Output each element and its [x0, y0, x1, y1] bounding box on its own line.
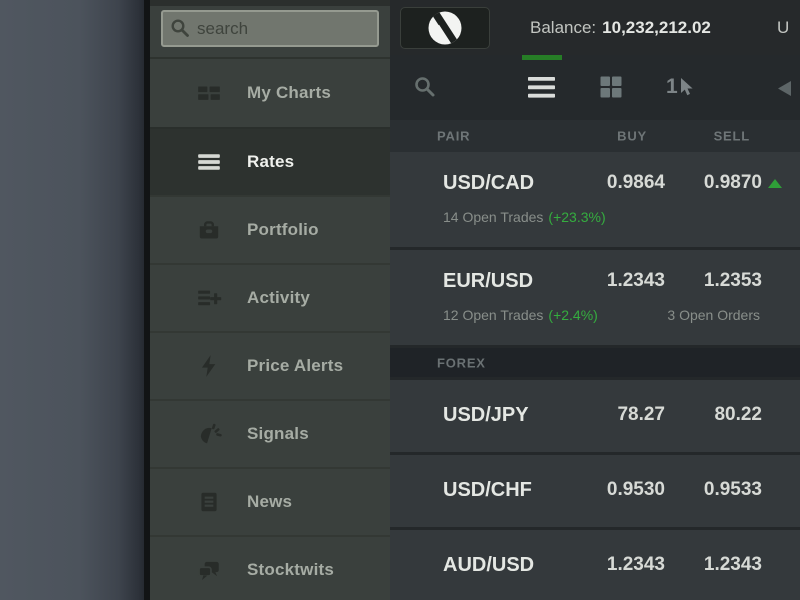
- trend-up-icon: [768, 179, 782, 188]
- search-icon[interactable]: [413, 75, 437, 99]
- search-box: [161, 10, 379, 47]
- lightning-icon: [196, 353, 222, 379]
- sell-price: 1.2343: [704, 554, 762, 576]
- one-click-pointer-icon: [680, 78, 694, 97]
- rate-row-usd-cad[interactable]: USD/CAD 0.9864 0.9870 14 Open Trades (+23…: [390, 152, 800, 250]
- active-tab-indicator: [522, 55, 562, 60]
- sell-price: 1.2353: [704, 270, 762, 292]
- chat-bubbles-icon: [196, 557, 222, 583]
- sidebar-item-my-charts[interactable]: My Charts: [150, 59, 390, 127]
- sidebar-item-label: Signals: [247, 424, 309, 444]
- header-truncated-text: U: [777, 0, 789, 55]
- sidebar-item-label: News: [247, 492, 292, 512]
- change-percent: (+23.3%): [548, 209, 605, 225]
- sidebar-item-activity[interactable]: Activity: [150, 263, 390, 331]
- one-click-digit: 1: [666, 73, 678, 101]
- rate-row-usd-chf[interactable]: USD/CHF 0.9530 0.9533: [390, 455, 800, 530]
- portfolio-drawer-icon: [196, 217, 222, 243]
- sell-price: 0.9533: [704, 479, 762, 501]
- sidebar-item-label: Price Alerts: [247, 356, 343, 376]
- sidebar-item-label: Stocktwits: [247, 560, 334, 580]
- toolbar: 1: [390, 55, 800, 120]
- column-header-pair: PAIR: [437, 129, 470, 144]
- buy-price: 0.9530: [607, 479, 665, 501]
- sidebar-item-price-alerts[interactable]: Price Alerts: [150, 331, 390, 399]
- open-orders-text: 3 Open Orders: [667, 307, 760, 323]
- column-header-sell: SELL: [714, 129, 750, 144]
- section-label: FOREX: [437, 355, 486, 370]
- activity-list-plus-icon: [196, 285, 222, 311]
- sell-price: 0.9870: [704, 172, 762, 194]
- buy-price: 1.2343: [607, 270, 665, 292]
- newspaper-icon: [196, 489, 222, 515]
- sidebar-menu: My Charts Rates Portfolio: [150, 59, 390, 600]
- rates-table-header: PAIR BUY SELL: [390, 120, 800, 152]
- search-icon: [170, 18, 190, 38]
- sidebar: My Charts Rates Portfolio: [150, 0, 390, 600]
- charts-grid-icon: [196, 80, 222, 106]
- sidebar-item-label: Portfolio: [247, 220, 319, 240]
- column-header-buy: BUY: [617, 129, 647, 144]
- pair-label: AUD/USD: [443, 554, 534, 577]
- rates-rows: USD/CAD 0.9864 0.9870 14 Open Trades (+23…: [390, 152, 800, 600]
- circle-slash-logo-icon: [429, 12, 462, 45]
- logo-button[interactable]: [400, 7, 490, 49]
- sidebar-item-stocktwits[interactable]: Stocktwits: [150, 535, 390, 600]
- app-header: Balance: 10,232,212.02 U: [390, 0, 800, 55]
- rates-panel: Balance: 10,232,212.02 U 1: [390, 0, 800, 600]
- sidebar-item-portfolio[interactable]: Portfolio: [150, 195, 390, 263]
- rates-list-icon: [196, 149, 222, 175]
- rate-row-usd-jpy[interactable]: USD/JPY 78.27 80.22: [390, 380, 800, 455]
- balance-value: 10,232,212.02: [602, 18, 711, 37]
- collapse-arrow-icon[interactable]: [778, 81, 791, 96]
- buy-price: 1.2343: [607, 554, 665, 576]
- rate-row-eur-usd[interactable]: EUR/USD 1.2343 1.2353 12 Open Trades (+2.…: [390, 250, 800, 348]
- open-trades-line: 14 Open Trades (+23.3%): [443, 209, 606, 225]
- signals-megaphone-icon: [196, 421, 222, 447]
- search-section: [150, 6, 390, 59]
- app-window: My Charts Rates Portfolio: [0, 0, 800, 600]
- balance-label: Balance:: [530, 18, 596, 37]
- sidebar-item-news[interactable]: News: [150, 467, 390, 535]
- buy-price: 0.9864: [607, 172, 665, 194]
- pair-label: USD/CAD: [443, 172, 534, 195]
- sidebar-item-signals[interactable]: Signals: [150, 399, 390, 467]
- change-percent: (+2.4%): [548, 307, 597, 323]
- balance-display: Balance: 10,232,212.02: [530, 0, 711, 55]
- open-trades-text: 14 Open Trades: [443, 209, 543, 225]
- list-view-icon[interactable]: [528, 77, 555, 98]
- search-input[interactable]: [161, 10, 379, 47]
- rate-row-aud-usd[interactable]: AUD/USD 1.2343 1.2343: [390, 530, 800, 600]
- sidebar-item-label: My Charts: [247, 83, 331, 103]
- buy-price: 78.27: [617, 404, 665, 426]
- sidebar-item-label: Activity: [247, 288, 310, 308]
- sidebar-item-rates[interactable]: Rates: [150, 127, 390, 195]
- sell-price: 80.22: [714, 404, 762, 426]
- pair-label: USD/JPY: [443, 404, 529, 427]
- one-click-trading-button[interactable]: 1: [666, 73, 694, 101]
- pair-label: USD/CHF: [443, 479, 532, 502]
- open-trades-line: 12 Open Trades (+2.4%): [443, 307, 598, 323]
- pair-label: EUR/USD: [443, 270, 533, 293]
- section-header-forex: FOREX: [390, 348, 800, 380]
- grid-view-icon[interactable]: [599, 75, 623, 99]
- sidebar-item-label: Rates: [247, 152, 294, 172]
- cropped-left-panel: [0, 0, 144, 600]
- open-trades-text: 12 Open Trades: [443, 307, 543, 323]
